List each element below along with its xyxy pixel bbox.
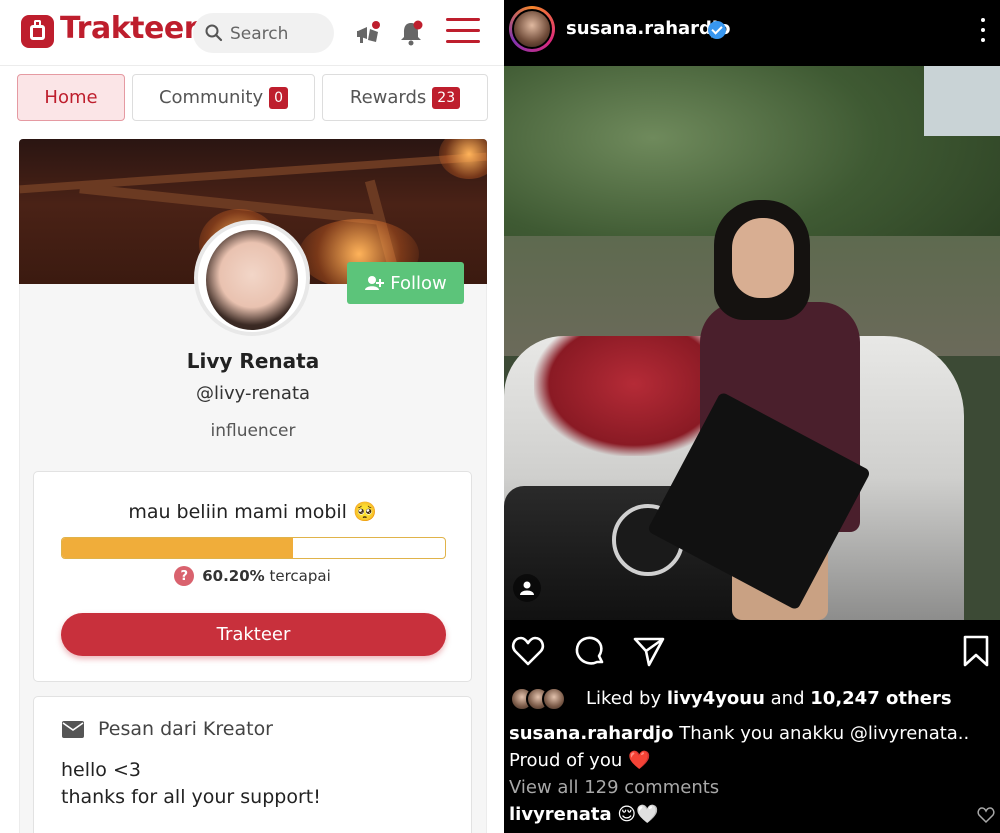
trakteer-header: Trakteer Search: [0, 0, 504, 66]
trakteer-logo-icon[interactable]: [21, 15, 54, 48]
tab-community-label: Community: [158, 87, 264, 108]
verified-badge-icon: [708, 21, 726, 39]
tab-rewards-label: Rewards: [349, 87, 427, 108]
comment-icon[interactable]: [572, 634, 606, 668]
comment-text: 😌🤍: [617, 804, 659, 825]
instagram-panel: susana.rahardjo Liked by livy4youu and 1…: [504, 0, 1000, 833]
add-user-icon: [365, 276, 385, 290]
goal-progress-fill: [62, 538, 293, 558]
tab-community[interactable]: Community 0: [132, 74, 315, 121]
comment-username[interactable]: livyrenata: [509, 804, 612, 825]
creator-message-card: Pesan dari Kreator hello <3 thanks for a…: [33, 696, 472, 833]
tab-home[interactable]: Home: [17, 74, 125, 121]
tab-bar: Home Community 0 Rewards 23: [17, 74, 489, 121]
caption-username[interactable]: susana.rahardjo: [509, 723, 673, 744]
message-header: Pesan dari Kreator: [62, 718, 273, 740]
goal-progress-bar: [61, 537, 446, 559]
liked-by-others[interactable]: 10,247 others: [810, 688, 951, 709]
search-icon: [205, 24, 223, 42]
trakteer-button[interactable]: Trakteer: [61, 613, 446, 656]
search-placeholder: Search: [230, 24, 289, 44]
search-input[interactable]: Search: [193, 13, 334, 53]
follow-button[interactable]: Follow: [347, 262, 464, 304]
help-icon[interactable]: ?: [174, 566, 195, 586]
poster-username[interactable]: susana.rahardjo: [566, 18, 730, 39]
liked-by-text[interactable]: Liked by livy4youu and 10,247 others: [586, 688, 952, 709]
trakteer-panel: Trakteer Search Home Community 0 Rewards 2…: [0, 0, 504, 833]
community-icon[interactable]: [354, 18, 384, 48]
follow-label: Follow: [390, 272, 447, 294]
goal-percent-row: ? 60.20% tercapai: [34, 566, 471, 586]
poster-avatar[interactable]: [509, 6, 555, 52]
comment-row: livyrenata 😌🤍: [509, 804, 659, 825]
goal-card: mau beliin mami mobil 🥺 ? 60.20% tercapa…: [33, 471, 472, 682]
profile-category: influencer: [210, 421, 296, 441]
liked-by-and: and: [770, 688, 805, 709]
more-options-icon[interactable]: [980, 18, 986, 42]
tagged-user-icon[interactable]: [513, 574, 541, 602]
post-caption: susana.rahardjo Thank you anakku @livyre…: [509, 720, 995, 774]
mail-icon: [62, 720, 84, 738]
rewards-badge: 23: [432, 86, 461, 109]
message-line-2: thanks for all your support!: [61, 786, 321, 808]
tab-home-label: Home: [44, 87, 98, 108]
trakteer-logo-text[interactable]: Trakteer: [60, 11, 199, 46]
goal-percent: 60.20%: [202, 567, 265, 585]
message-header-label: Pesan dari Kreator: [98, 718, 273, 740]
notification-bell-icon[interactable]: [396, 18, 426, 48]
message-body: hello <3 thanks for all your support!: [61, 757, 321, 811]
caption-heart-emoji: ❤️: [628, 750, 651, 771]
goal-status: tercapai: [269, 567, 331, 585]
menu-icon[interactable]: [446, 18, 480, 44]
profile-avatar[interactable]: [194, 220, 310, 336]
post-image[interactable]: [504, 66, 1000, 620]
profile-handle: @livy-renata: [195, 383, 311, 404]
post-actions: [504, 620, 1000, 680]
community-badge: 0: [269, 86, 289, 109]
goal-title: mau beliin mami mobil 🥺: [128, 501, 377, 523]
view-all-comments-link[interactable]: View all 129 comments: [509, 777, 719, 798]
tab-rewards[interactable]: Rewards 23: [322, 74, 488, 121]
liked-by-avatars[interactable]: [510, 686, 566, 712]
message-line-1: hello <3: [61, 759, 141, 781]
post-header: susana.rahardjo: [504, 0, 1000, 62]
comment-like-heart-icon[interactable]: [977, 806, 995, 824]
like-heart-icon[interactable]: [511, 634, 545, 668]
profile-name: Livy Renata: [186, 349, 320, 373]
share-icon[interactable]: [632, 634, 666, 668]
liked-by-user[interactable]: livy4youu: [667, 688, 765, 709]
liked-by-prefix: Liked by: [586, 688, 662, 709]
bookmark-icon[interactable]: [959, 634, 993, 668]
